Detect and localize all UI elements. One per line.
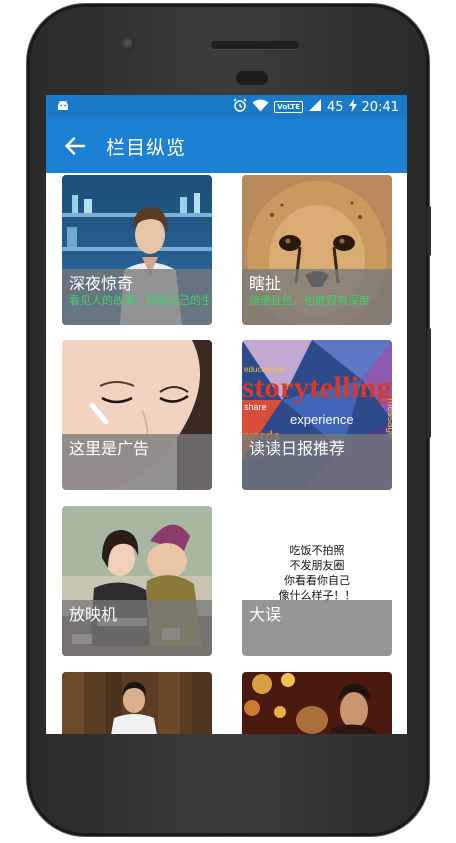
column-grid: 深夜惊奇 看见人的故事，理解自己的生活 瞎扯 随便扯扯，也能很有深度 这里是广告…: [46, 173, 407, 734]
arrow-back-icon: [65, 137, 86, 155]
column-card[interactable]: 瞎扯 随便扯扯，也能很有深度: [242, 175, 392, 325]
column-card[interactable]: 深夜惊奇 看见人的故事，理解自己的生活: [62, 175, 212, 325]
back-button[interactable]: [60, 131, 90, 161]
front-camera: [121, 37, 135, 51]
card-image: [242, 672, 392, 734]
column-card[interactable]: 放映机: [62, 506, 212, 656]
volume-button: [427, 328, 431, 438]
story-word: experience: [290, 412, 354, 427]
battery-level: 45: [326, 99, 344, 115]
story-word: share: [244, 402, 267, 412]
card-title: 放映机: [69, 605, 118, 624]
card-subtitle: 随便扯扯，也能很有深度: [249, 294, 370, 307]
image-text-line: 你看看你自己: [284, 573, 350, 587]
android-icon: [56, 99, 70, 117]
power-button: [427, 206, 431, 256]
clock: 20:41: [361, 99, 399, 115]
wifi-icon: [252, 99, 269, 116]
screen: VoLTE 45 20:41 栏目纵览 深夜惊奇 看见人的故事，理解自己的生活 …: [46, 95, 407, 734]
column-card[interactable]: [62, 672, 212, 734]
card-title: 大误: [249, 605, 282, 624]
column-card[interactable]: 吃饭不拍照 不发朋友圈 你看看你自己 像什么样子！！ 大误: [242, 506, 392, 656]
card-subtitle: 看见人的故事，理解自己的生活: [69, 294, 209, 307]
story-word: message: [385, 398, 392, 439]
status-bar: VoLTE 45 20:41: [46, 95, 407, 119]
image-text-line: 吃饭不拍照: [290, 543, 345, 557]
image-text-line: 不发朋友圈: [290, 558, 345, 572]
page-title: 栏目纵览: [106, 137, 187, 159]
column-card[interactable]: 这里是广告: [62, 340, 212, 490]
earpiece-speaker: [211, 41, 299, 49]
card-title: 深夜惊奇: [69, 274, 134, 293]
card-title: 读读日报推荐: [249, 439, 346, 458]
card-image: [62, 672, 212, 734]
column-card[interactable]: educational storytelling share experienc…: [242, 340, 392, 490]
proximity-sensor: [236, 71, 268, 85]
signal-icon: [308, 98, 322, 116]
card-title: 这里是广告: [69, 439, 150, 458]
battery-charging-icon: [348, 98, 357, 116]
app-bar: 栏目纵览: [46, 119, 407, 173]
volte-badge: VoLTE: [274, 101, 303, 113]
story-word: storytelling: [242, 371, 392, 404]
card-title: 瞎扯: [249, 274, 282, 293]
column-card[interactable]: [242, 672, 392, 734]
alarm-icon: [233, 98, 247, 116]
